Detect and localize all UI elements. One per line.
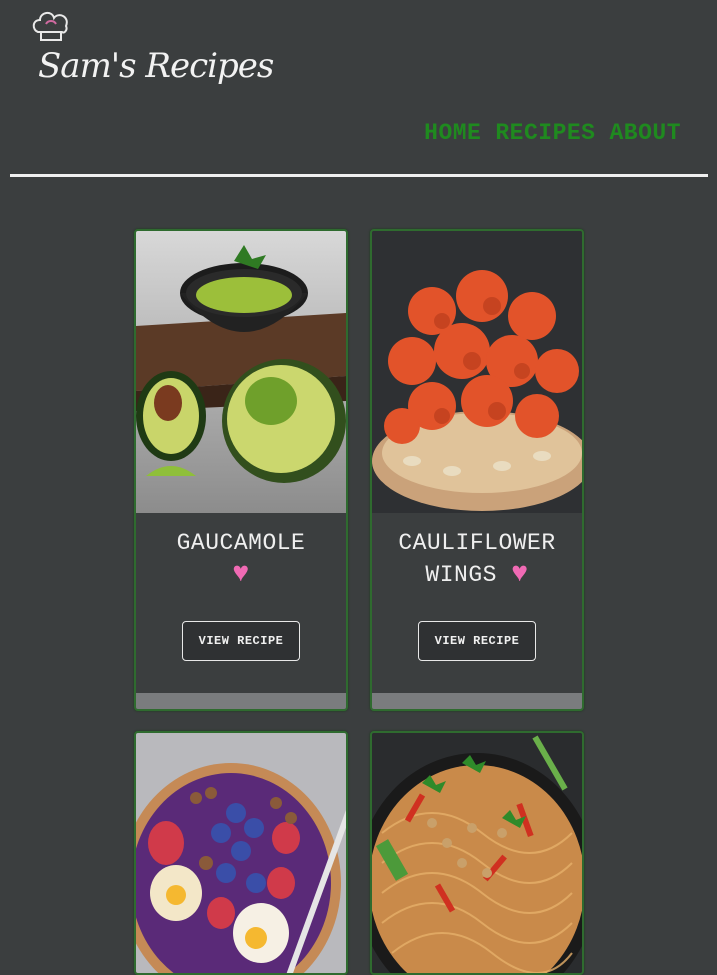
site-logo[interactable]: Sam's Recipes [30,10,274,96]
heart-icon[interactable]: ♥ [232,559,249,590]
nav-recipes[interactable]: RECIPES [495,120,595,146]
recipe-card [134,731,348,975]
recipe-title: CAULIFLOWER WINGS ♥ [372,527,582,591]
recipe-card [370,731,584,975]
main-nav: HOME RECIPES ABOUT [424,120,681,146]
recipe-title: GAUCAMOLE ♥ [136,527,346,591]
recipe-card: GAUCAMOLE ♥ VIEW RECIPE [134,229,348,711]
cauliflower-wings-image [372,231,582,513]
recipe-title-line: GAUCAMOLE [176,530,306,556]
recipe-title-line: WINGS [425,562,497,588]
view-recipe-button[interactable]: VIEW RECIPE [182,621,300,661]
recipe-title-line: CAULIFLOWER [398,530,556,556]
logo-text: Sam's Recipes [38,46,274,86]
header-divider [10,174,708,177]
recipe-card: CAULIFLOWER WINGS ♥ VIEW RECIPE [370,229,584,711]
nav-home[interactable]: HOME [424,120,481,146]
view-recipe-button[interactable]: VIEW RECIPE [418,621,536,661]
noodle-stir-fry-image [372,733,582,973]
acai-fruit-bowl-image [136,733,346,973]
card-footer [372,693,582,709]
card-footer [136,693,346,709]
chef-hat-icon [32,12,68,41]
heart-icon[interactable]: ♥ [511,559,528,590]
nav-about[interactable]: ABOUT [609,120,681,146]
guacamole-avocado-image [136,231,346,513]
